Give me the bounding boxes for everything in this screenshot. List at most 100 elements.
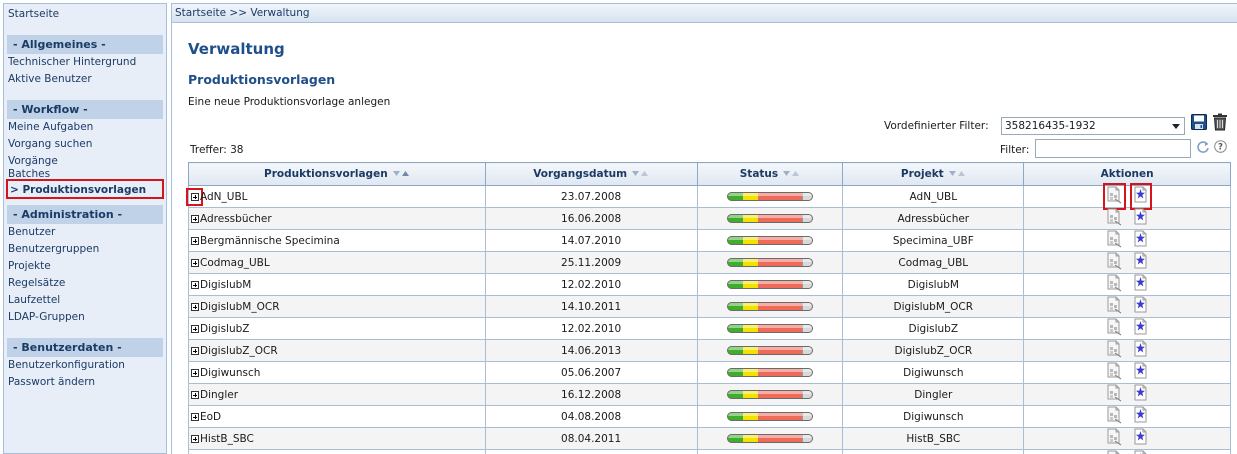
- expand-icon[interactable]: [189, 389, 200, 401]
- cell-process-date: 12.02.2010: [484, 317, 698, 340]
- new-process-icon[interactable]: [1133, 384, 1149, 405]
- breadcrumb-home[interactable]: Startseite: [175, 7, 226, 19]
- sort-icon[interactable]: [392, 170, 410, 178]
- cell-actions: [1023, 361, 1231, 384]
- sort-icon[interactable]: [631, 170, 649, 178]
- new-process-icon[interactable]: [1133, 340, 1149, 361]
- sidebar-item-regelsaetze[interactable]: Regelsätze: [4, 275, 166, 292]
- new-process-icon[interactable]: [1133, 428, 1149, 449]
- template-name[interactable]: DigislubZ_OCR: [200, 345, 278, 357]
- edit-process-icon[interactable]: [1106, 230, 1123, 251]
- trash-icon[interactable]: [1212, 113, 1228, 131]
- template-name[interactable]: Codmag_UBL: [200, 257, 270, 269]
- sidebar-item-benutzerkonfiguration[interactable]: Benutzerkonfiguration: [4, 357, 166, 374]
- sidebar-item-aktive-benutzer[interactable]: Aktive Benutzer: [4, 71, 166, 88]
- sidebar-item-passwort-aendern[interactable]: Passwort ändern: [4, 374, 166, 391]
- help-icon[interactable]: ?: [1214, 140, 1227, 153]
- new-process-icon[interactable]: [1133, 274, 1149, 295]
- status-progress-bar: [726, 390, 813, 399]
- cell-process-date: 05.06.2007: [484, 361, 698, 384]
- template-name[interactable]: DigislubZ: [200, 323, 250, 335]
- sidebar-item-technischer-hintergrund[interactable]: Technischer Hintergrund: [4, 54, 166, 71]
- new-template-link[interactable]: Eine neue Produktionsvorlage anlegen: [188, 96, 390, 108]
- template-name[interactable]: EoD: [200, 411, 221, 423]
- cell-process-date: 08.04.2011: [484, 427, 698, 450]
- edit-process-icon[interactable]: [1102, 183, 1126, 210]
- sidebar-item-laufzettel[interactable]: Laufzettel: [4, 292, 166, 309]
- template-name[interactable]: Bergmännische Specimina: [200, 235, 340, 247]
- edit-process-icon[interactable]: [1106, 274, 1123, 295]
- cell-template-name: DigislubZ: [188, 317, 486, 340]
- sidebar-item-meine-aufgaben[interactable]: Meine Aufgaben: [4, 119, 166, 136]
- expand-icon[interactable]: [189, 411, 200, 423]
- template-name[interactable]: Adressbücher: [200, 213, 272, 225]
- cell-actions: [1023, 427, 1231, 450]
- edit-process-icon[interactable]: [1106, 208, 1123, 229]
- new-process-icon[interactable]: [1133, 406, 1149, 427]
- sort-icon[interactable]: [782, 170, 800, 178]
- edit-process-icon[interactable]: [1106, 340, 1123, 361]
- sidebar-item-benutzer[interactable]: Benutzer: [4, 224, 166, 241]
- table-row: EoD 04.08.2008 Digiwunsch: [188, 405, 1231, 428]
- cell-process-date: 14.07.2010: [484, 229, 698, 252]
- template-name[interactable]: DigislubM: [200, 279, 251, 291]
- template-name[interactable]: AdN_UBL: [200, 191, 248, 203]
- new-process-icon[interactable]: [1133, 230, 1149, 251]
- save-icon[interactable]: [1191, 114, 1207, 130]
- edit-process-icon[interactable]: [1106, 318, 1123, 339]
- template-name[interactable]: DigislubM_OCR: [200, 301, 280, 313]
- cell-template-name: Digiwunsch: [188, 361, 486, 384]
- edit-process-icon[interactable]: [1106, 384, 1123, 405]
- sidebar-item-benutzergruppen[interactable]: Benutzergruppen: [4, 241, 166, 258]
- cell-template-name: DigislubM: [188, 273, 486, 296]
- cell-project: Digiwunsch: [842, 361, 1025, 384]
- predefined-filter-label: Vordefinierter Filter:: [884, 120, 989, 132]
- table-header-row: Produktionsvorlagen Vorgangsdatum Status…: [188, 162, 1231, 186]
- sidebar-item-projekte[interactable]: Projekte: [4, 258, 166, 275]
- expand-icon[interactable]: [189, 367, 200, 379]
- sidebar-item-produktionsvorlagen[interactable]: > Produktionsvorlagen: [6, 179, 164, 199]
- template-name[interactable]: Dingler: [200, 389, 238, 401]
- edit-process-icon[interactable]: [1106, 296, 1123, 317]
- new-process-icon[interactable]: [1133, 450, 1149, 454]
- expand-icon[interactable]: [189, 235, 200, 247]
- column-header-project-label: Projekt: [900, 168, 944, 180]
- column-header-status[interactable]: Status: [696, 162, 844, 186]
- sort-icon[interactable]: [948, 170, 966, 178]
- refresh-icon[interactable]: [1196, 140, 1210, 154]
- expand-icon[interactable]: [189, 433, 200, 445]
- predefined-filter-select[interactable]: 358216435-1932: [1001, 117, 1185, 135]
- edit-process-icon[interactable]: [1106, 450, 1123, 454]
- new-process-icon[interactable]: [1133, 296, 1149, 317]
- expand-icon[interactable]: [189, 301, 200, 313]
- sidebar-item-batches[interactable]: Batches: [4, 169, 166, 180]
- new-process-icon[interactable]: [1133, 318, 1149, 339]
- expand-icon[interactable]: [189, 279, 200, 291]
- expand-icon[interactable]: [186, 187, 203, 206]
- edit-process-icon[interactable]: [1106, 428, 1123, 449]
- template-name[interactable]: Digiwunsch: [200, 367, 260, 379]
- filter-label: Filter:: [1000, 144, 1030, 156]
- sidebar-item-vorgang-suchen[interactable]: Vorgang suchen: [4, 136, 166, 153]
- expand-icon[interactable]: [189, 213, 200, 225]
- new-process-icon[interactable]: [1133, 362, 1149, 383]
- cell-actions: [1023, 449, 1231, 454]
- filter-input[interactable]: [1035, 139, 1191, 158]
- sidebar-item-startseite[interactable]: Startseite: [4, 6, 166, 23]
- column-header-date[interactable]: Vorgangsdatum: [484, 162, 698, 186]
- edit-process-icon[interactable]: [1106, 252, 1123, 273]
- column-header-project[interactable]: Projekt: [842, 162, 1025, 186]
- expand-icon[interactable]: [189, 257, 200, 269]
- sidebar-item-ldap-gruppen[interactable]: LDAP-Gruppen: [4, 309, 166, 326]
- table-row: Codmag_UBL 25.11.2009 Codmag_UBL: [188, 251, 1231, 274]
- new-process-icon[interactable]: [1133, 252, 1149, 273]
- new-process-icon[interactable]: [1129, 183, 1152, 210]
- column-header-name[interactable]: Produktionsvorlagen: [188, 162, 486, 186]
- new-process-icon[interactable]: [1133, 208, 1149, 229]
- edit-process-icon[interactable]: [1106, 362, 1123, 383]
- expand-icon[interactable]: [189, 345, 200, 357]
- template-name[interactable]: HistB_SBC: [200, 433, 254, 445]
- expand-icon[interactable]: [189, 323, 200, 335]
- edit-process-icon[interactable]: [1106, 406, 1123, 427]
